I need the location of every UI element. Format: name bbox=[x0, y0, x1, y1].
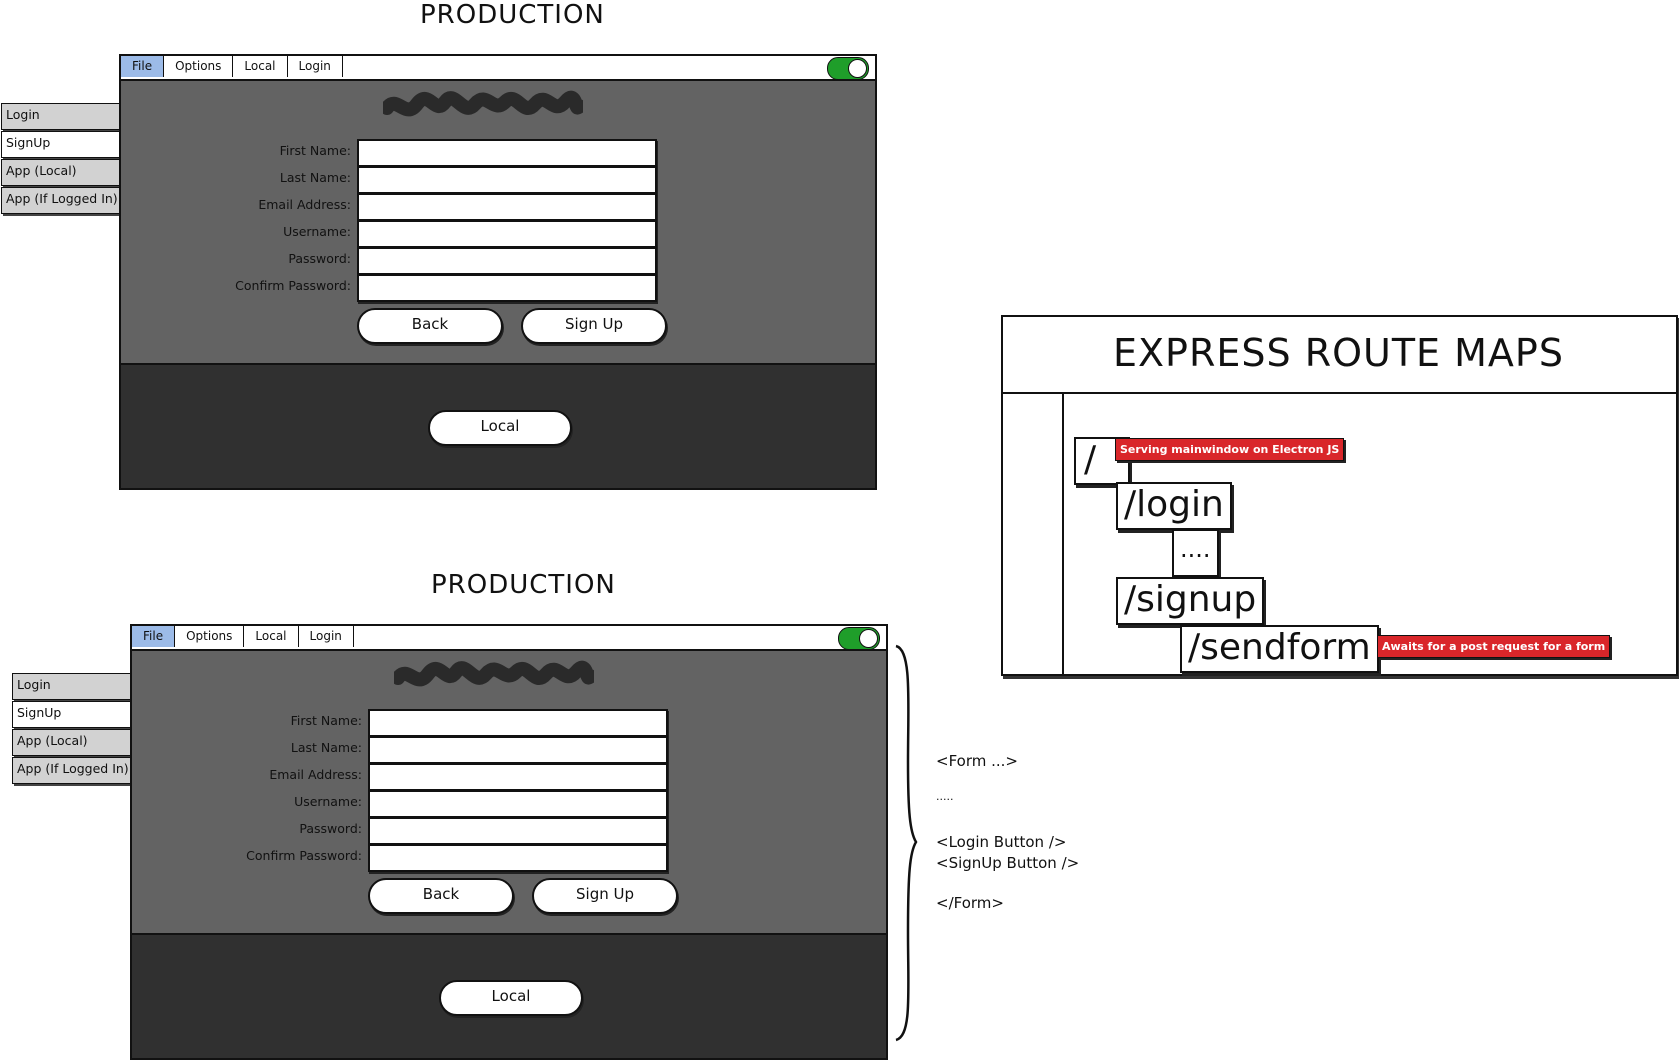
toggle-switch[interactable] bbox=[838, 627, 880, 650]
side-tab-login[interactable]: Login bbox=[1, 103, 123, 130]
side-tab-app-local[interactable]: App (Local) bbox=[12, 729, 134, 756]
last-name-input[interactable] bbox=[357, 166, 657, 194]
first-name-label: First Name: bbox=[290, 713, 362, 728]
signup-button[interactable]: Sign Up bbox=[532, 878, 678, 914]
menu-local[interactable]: Local bbox=[244, 626, 299, 647]
tree-divider bbox=[1062, 394, 1064, 674]
production-heading-top: PRODUCTION bbox=[420, 0, 605, 30]
confirm-password-label: Confirm Password: bbox=[235, 278, 351, 293]
side-tab-app-logged-in[interactable]: App (If Logged In) bbox=[12, 757, 134, 784]
first-name-input[interactable] bbox=[357, 139, 657, 167]
last-name-label: Last Name: bbox=[290, 740, 362, 755]
menu-bar: File Options Local Login bbox=[132, 626, 886, 651]
route-map-box: EXPRESS ROUTE MAPS / Serving mainwindow … bbox=[1001, 315, 1678, 676]
username-input[interactable] bbox=[368, 790, 668, 818]
code-login-button: <Login Button /> bbox=[936, 833, 1067, 851]
route-sendform-note: Awaits for a post request for a form bbox=[1377, 635, 1611, 658]
side-tab-app-logged-in[interactable]: App (If Logged In) bbox=[1, 187, 123, 214]
email-input[interactable] bbox=[357, 193, 657, 221]
menu-bar: File Options Local Login bbox=[121, 56, 875, 81]
password-label: Password: bbox=[288, 251, 351, 266]
menu-login[interactable]: Login bbox=[299, 626, 354, 647]
route-sendform: /sendform bbox=[1180, 625, 1379, 673]
local-button[interactable]: Local bbox=[439, 980, 583, 1016]
username-input[interactable] bbox=[357, 220, 657, 248]
confirm-password-input[interactable] bbox=[357, 274, 657, 302]
toggle-switch[interactable] bbox=[827, 57, 869, 80]
side-tab-signup[interactable]: SignUp bbox=[12, 701, 136, 728]
app-window-bottom: File Options Local Login First Name: Las… bbox=[130, 624, 888, 1060]
toggle-knob bbox=[859, 629, 878, 648]
email-input[interactable] bbox=[368, 763, 668, 791]
code-ellipsis: ..... bbox=[936, 790, 954, 803]
menu-local[interactable]: Local bbox=[233, 56, 288, 77]
production-heading-bottom: PRODUCTION bbox=[431, 570, 616, 600]
code-form-close: </Form> bbox=[936, 894, 1004, 912]
confirm-password-label: Confirm Password: bbox=[246, 848, 362, 863]
side-tab-login[interactable]: Login bbox=[12, 673, 134, 700]
menu-file[interactable]: File bbox=[132, 626, 176, 647]
last-name-label: Last Name: bbox=[279, 170, 351, 185]
menu-options[interactable]: Options bbox=[175, 626, 245, 647]
last-name-input[interactable] bbox=[368, 736, 668, 764]
first-name-input[interactable] bbox=[368, 709, 668, 737]
logo-scribble bbox=[383, 90, 583, 117]
side-tab-app-local[interactable]: App (Local) bbox=[1, 159, 123, 186]
code-signup-button: <SignUp Button /> bbox=[936, 854, 1080, 872]
route-map-title: EXPRESS ROUTE MAPS bbox=[1113, 331, 1564, 375]
menu-options[interactable]: Options bbox=[164, 56, 234, 77]
back-button[interactable]: Back bbox=[357, 308, 503, 344]
signup-button[interactable]: Sign Up bbox=[521, 308, 667, 344]
code-form-open: <Form ...> bbox=[936, 752, 1018, 770]
logo-scribble bbox=[394, 660, 594, 687]
route-signup: /signup bbox=[1116, 577, 1265, 625]
username-label: Username: bbox=[294, 794, 362, 809]
curly-brace bbox=[895, 644, 918, 1042]
password-input[interactable] bbox=[368, 817, 668, 845]
route-root-note: Serving mainwindow on Electron JS bbox=[1115, 438, 1345, 461]
back-button[interactable]: Back bbox=[368, 878, 514, 914]
password-input[interactable] bbox=[357, 247, 657, 275]
email-label: Email Address: bbox=[258, 197, 351, 212]
email-label: Email Address: bbox=[269, 767, 362, 782]
side-tab-signup[interactable]: SignUp bbox=[1, 131, 125, 158]
first-name-label: First Name: bbox=[279, 143, 351, 158]
username-label: Username: bbox=[283, 224, 351, 239]
menu-file[interactable]: File bbox=[121, 56, 165, 77]
password-label: Password: bbox=[299, 821, 362, 836]
route-login-ellipsis: .... bbox=[1172, 529, 1219, 577]
title-divider bbox=[1003, 392, 1676, 394]
confirm-password-input[interactable] bbox=[368, 844, 668, 872]
app-window-top: File Options Local Login First Name: Las… bbox=[119, 54, 877, 490]
local-button[interactable]: Local bbox=[428, 410, 572, 446]
menu-login[interactable]: Login bbox=[288, 56, 343, 77]
route-login: /login bbox=[1116, 482, 1232, 530]
toggle-knob bbox=[848, 59, 867, 78]
